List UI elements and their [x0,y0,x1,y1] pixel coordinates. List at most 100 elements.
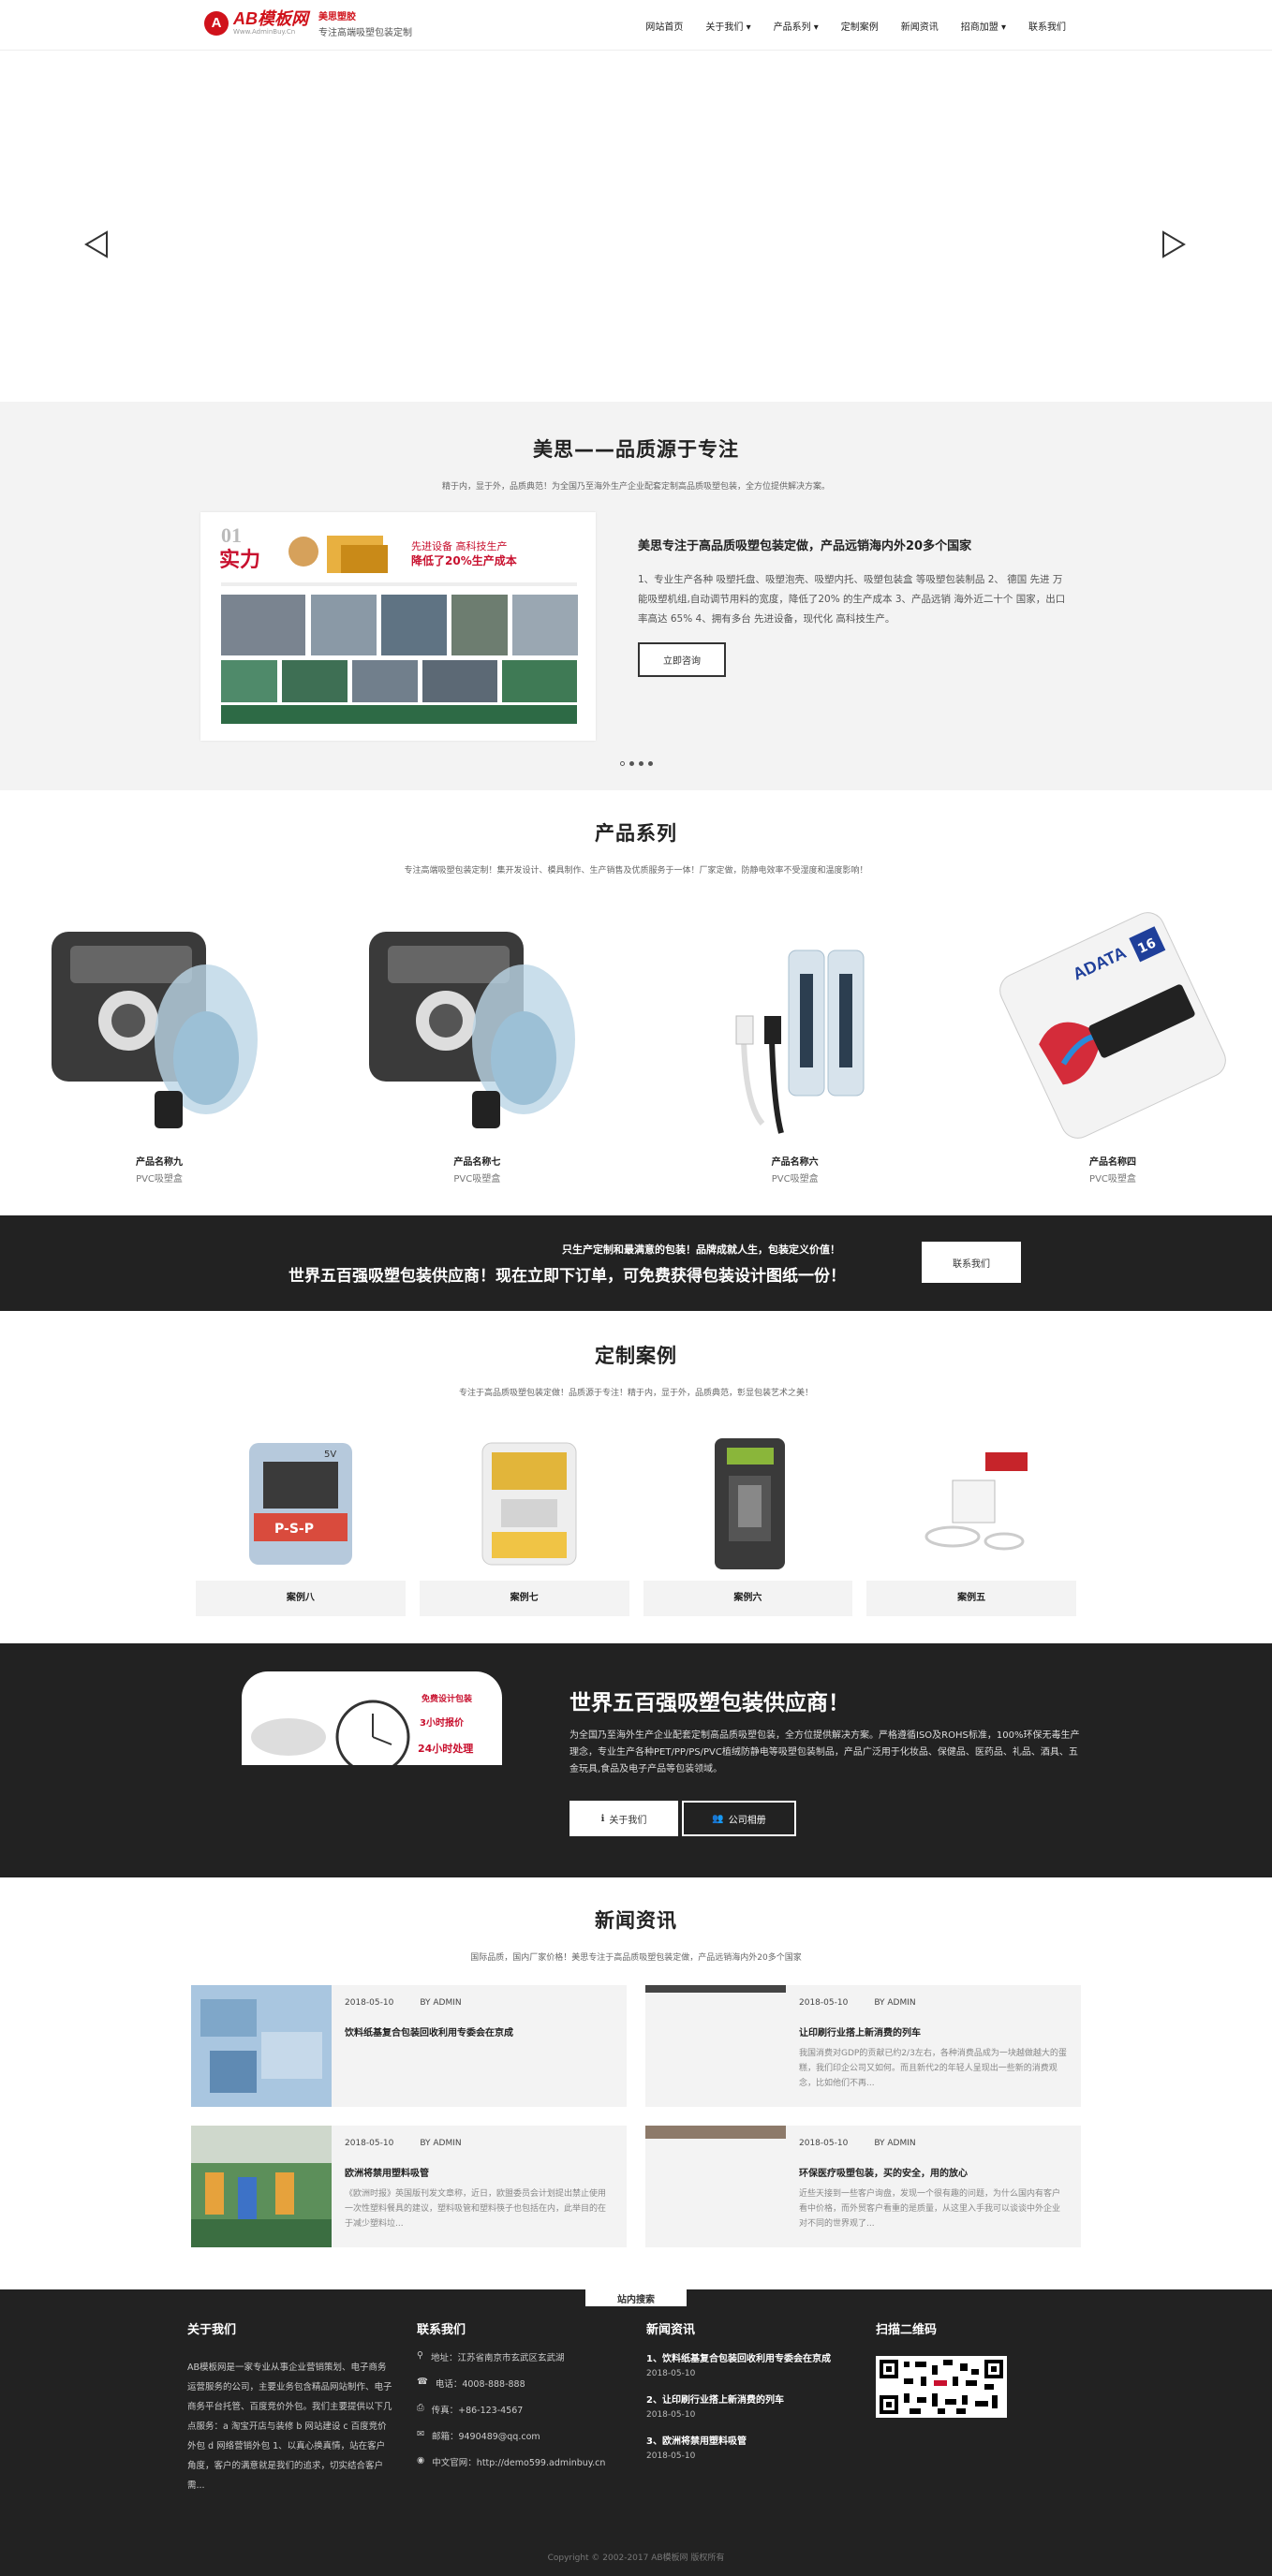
supplier-section: 免费设计包装 3小时报价 24小时处理 世界五百强吸塑包装供应商！ 为全国乃至海… [0,1643,1272,1877]
cta-banner: 只生产定制和最满意的包装！品牌成就人生，包装定义价值！ 世界五百强吸塑包装供应商… [0,1215,1272,1311]
site-footer: 站内搜索 关于我们 AB模板网是一家专业从事企业营销策划、电子商务运营服务的公司… [0,2289,1272,2576]
supplier-image: 免费设计包装 3小时报价 24小时处理 [242,1671,502,1765]
slider-next-arrow-icon[interactable] [1160,230,1188,258]
products-subtitle: 专注高端吸塑包装定制！集开发设计、模具制作、生产销售及优质服务于一体！厂家定做，… [404,866,868,876]
about-image-big: 实力 [219,548,260,572]
news-author: BY ADMIN [420,1998,462,2008]
footer-contact-title: 联系我们 [417,2323,466,2337]
cta-line1: 只生产定制和最满意的包装！品牌成就人生，包装定义价值！ [562,1244,840,1256]
product-card[interactable]: 产品名称九 PVC吸塑盒 [42,899,276,1185]
product-type: PVC吸塑盒 [771,1174,819,1185]
usb-cable-image [735,949,865,1134]
product-card[interactable]: ADATA 16 产品名称四 PVC吸塑盒 [996,899,1230,1185]
power-adapter-package-image: P-S-P 5V [248,1442,352,1565]
slider-dot-4[interactable] [647,761,653,766]
usb-drive-package-image: ADATA 16 [999,912,1226,1139]
nav-franchise[interactable]: 招商加盟 ▾ [961,19,1006,33]
news-item[interactable]: 2018-05-10 BY ADMIN 环保医疗吸塑包装，买的安全，用的放心 近些… [645,2126,1081,2247]
case-psp-label: P-S-P [274,1522,314,1537]
slider-prev-arrow-icon[interactable] [82,230,111,258]
news-excerpt: 我国消费对GDP的贡献已约2/3左右，各种消费品成为一块越做越大的蛋糕，我们印企… [799,2049,1067,2088]
about-image-num: 01 [221,523,242,547]
footer-qr-title: 扫描二维码 [876,2323,938,2337]
slider-dot-2[interactable] [629,761,634,766]
nav-contact[interactable]: 联系我们 [1028,19,1066,33]
product-name: 产品名称七 [453,1157,501,1168]
usb-hub-package-image [924,1451,1028,1550]
slider-dots [0,761,1272,766]
news-thumbnail [645,2126,786,2139]
about-us-button[interactable]: ℹ 关于我们 [569,1801,678,1836]
nav-home[interactable]: 网站首页 [645,19,683,33]
nav-cases[interactable]: 定制案例 [841,19,879,33]
news-section: 新闻资讯 国际品质，国内厂家价格！美思专注于高品质吸塑包装定做，产品远销海内外2… [0,1877,1272,2289]
footer-news-link[interactable]: 2、让印刷行业搭上新消费的列车 [646,2392,862,2406]
footer-news-date: 2018-05-10 [646,2369,696,2378]
product-type: PVC吸塑盒 [453,1174,501,1185]
about-subtitle: 精于内，显于外，品质典范！为全国乃至海外生产企业配套定制高品质吸塑包装，全方位提… [441,482,830,492]
news-title: 新闻资讯 [595,1909,677,1932]
news-headline[interactable]: 饮料纸基复合包装回收利用专委会在京成 [345,2024,614,2039]
car-charger-package-image [715,1437,786,1569]
news-item[interactable]: 2018-05-10 BY ADMIN 欧洲将禁用塑料吸管 《欧洲时报》英国版刊发… [191,2126,627,2247]
about-image: 01 实力 先进设备 高科技生产 降低了20%生产成本 [200,512,596,741]
brand-block: 美思塑胶 专注高端吸塑包装定制 [318,9,412,41]
about-title: 美思——品质源于专注 [533,438,739,461]
nav-about[interactable]: 关于我们 ▾ [705,19,750,33]
product-card[interactable]: 产品名称六 PVC吸塑盒 [678,899,912,1185]
slider-dot-3[interactable] [638,761,643,766]
nav-news[interactable]: 新闻资讯 [901,19,939,33]
site-logo[interactable]: A AB模板网 Www.AdminBuy.Cn [204,10,308,36]
news-item[interactable]: 2018-05-10 BY ADMIN 让印刷行业搭上新消费的列车 我国消费对GD… [645,1985,1081,2107]
footer-news-date: 2018-05-10 [646,2451,696,2461]
contact-us-button[interactable]: 联系我们 [922,1242,1021,1283]
case-card[interactable]: P-S-P 5V 案例八 [196,1426,406,1616]
nav-products[interactable]: 产品系列 ▾ [774,19,819,33]
case-name: 案例六 [733,1593,762,1603]
globe-icon: ◉ [417,2455,425,2466]
news-thumbnail [191,1985,332,2107]
contact-email[interactable]: ✉ 邮箱：9490489@qq.com [417,2429,623,2442]
footer-qr-column: 扫描二维码 [876,2319,1063,2421]
about-section: 美思——品质源于专注 精于内，显于外，品质典范！为全国乃至海外生产企业配套定制高… [0,402,1272,790]
news-date: 2018-05-10 [345,1998,394,2008]
products-title: 产品系列 [595,822,677,845]
users-icon: 👥 [712,1813,724,1824]
about-body: 1、专业生产各种 吸塑托盘、吸塑泡壳、吸塑内托、吸塑包装盒 等吸塑包装制品 2、… [638,574,1066,625]
site-search-tab[interactable]: 站内搜索 [585,2289,687,2306]
usb-stick-package-image [481,1442,577,1565]
about-heading: 美思专注于高品质吸塑包装定做，产品远销海内外20多个国家 [638,539,972,553]
news-headline[interactable]: 让印刷行业搭上新消费的列车 [799,2024,1068,2039]
news-author: BY ADMIN [420,2139,462,2148]
case-card[interactable]: 案例六 [643,1426,853,1616]
slider-dot-1[interactable] [619,761,625,766]
footer-news-link[interactable]: 1、饮料纸基复合包装回收利用专委会在京成 [646,2350,862,2364]
cases-subtitle: 专注于高品质吸塑包装定做！品质源于专注！精于内，显于外，品质典范，彰显包装艺术之… [458,1389,813,1398]
case-psp-v: 5V [324,1450,336,1460]
news-item[interactable]: 2018-05-10 BY ADMIN 饮料纸基复合包装回收利用专委会在京成 [191,1985,627,2107]
consult-button[interactable]: 立即咨询 [638,642,726,677]
cta-line2: 世界五百强吸塑包装供应商！现在立即下订单，可免费获得包装设计图纸一份！ [288,1267,846,1286]
news-headline[interactable]: 环保医疗吸塑包装，买的安全，用的放心 [799,2165,1068,2179]
supplier-img-label-2: 3小时报价 [420,1716,465,1729]
news-date: 2018-05-10 [345,2139,394,2148]
case-card[interactable]: 案例七 [419,1426,629,1616]
footer-about-title: 关于我们 [187,2323,237,2337]
footer-news-link[interactable]: 3、欧洲将禁用塑料吸管 [646,2433,862,2447]
info-icon: ℹ [600,1813,605,1824]
copyright-text: Copyright © 2002-2017 AB模板网 版权所有 [547,2554,725,2563]
product-name: 产品名称四 [1088,1157,1136,1168]
case-name: 案例七 [510,1593,539,1603]
case-card[interactable]: 案例五 [866,1426,1076,1616]
news-author: BY ADMIN [874,1998,916,2008]
news-headline[interactable]: 欧洲将禁用塑料吸管 [345,2165,614,2179]
product-card[interactable]: 产品名称七 PVC吸塑盒 [360,899,594,1185]
brand-slogan: 专注高端吸塑包装定制 [318,28,412,38]
contact-website[interactable]: ◉ 中文官网：http://demo599.adminbuy.cn [417,2455,623,2468]
news-excerpt: 《欧洲时报》英国版刊发文章称，近日，欧盟委员会计划提出禁止使用一次性塑料餐具的建… [345,2189,607,2229]
company-album-button[interactable]: 👥 公司相册 [682,1801,796,1836]
site-header: A AB模板网 Www.AdminBuy.Cn 美思塑胶 专注高端吸塑包装定制 … [0,0,1272,51]
supplier-img-label-1: 免费设计包装 [422,1693,473,1704]
news-author: BY ADMIN [874,2139,916,2148]
product-type: PVC吸塑盒 [136,1174,183,1185]
